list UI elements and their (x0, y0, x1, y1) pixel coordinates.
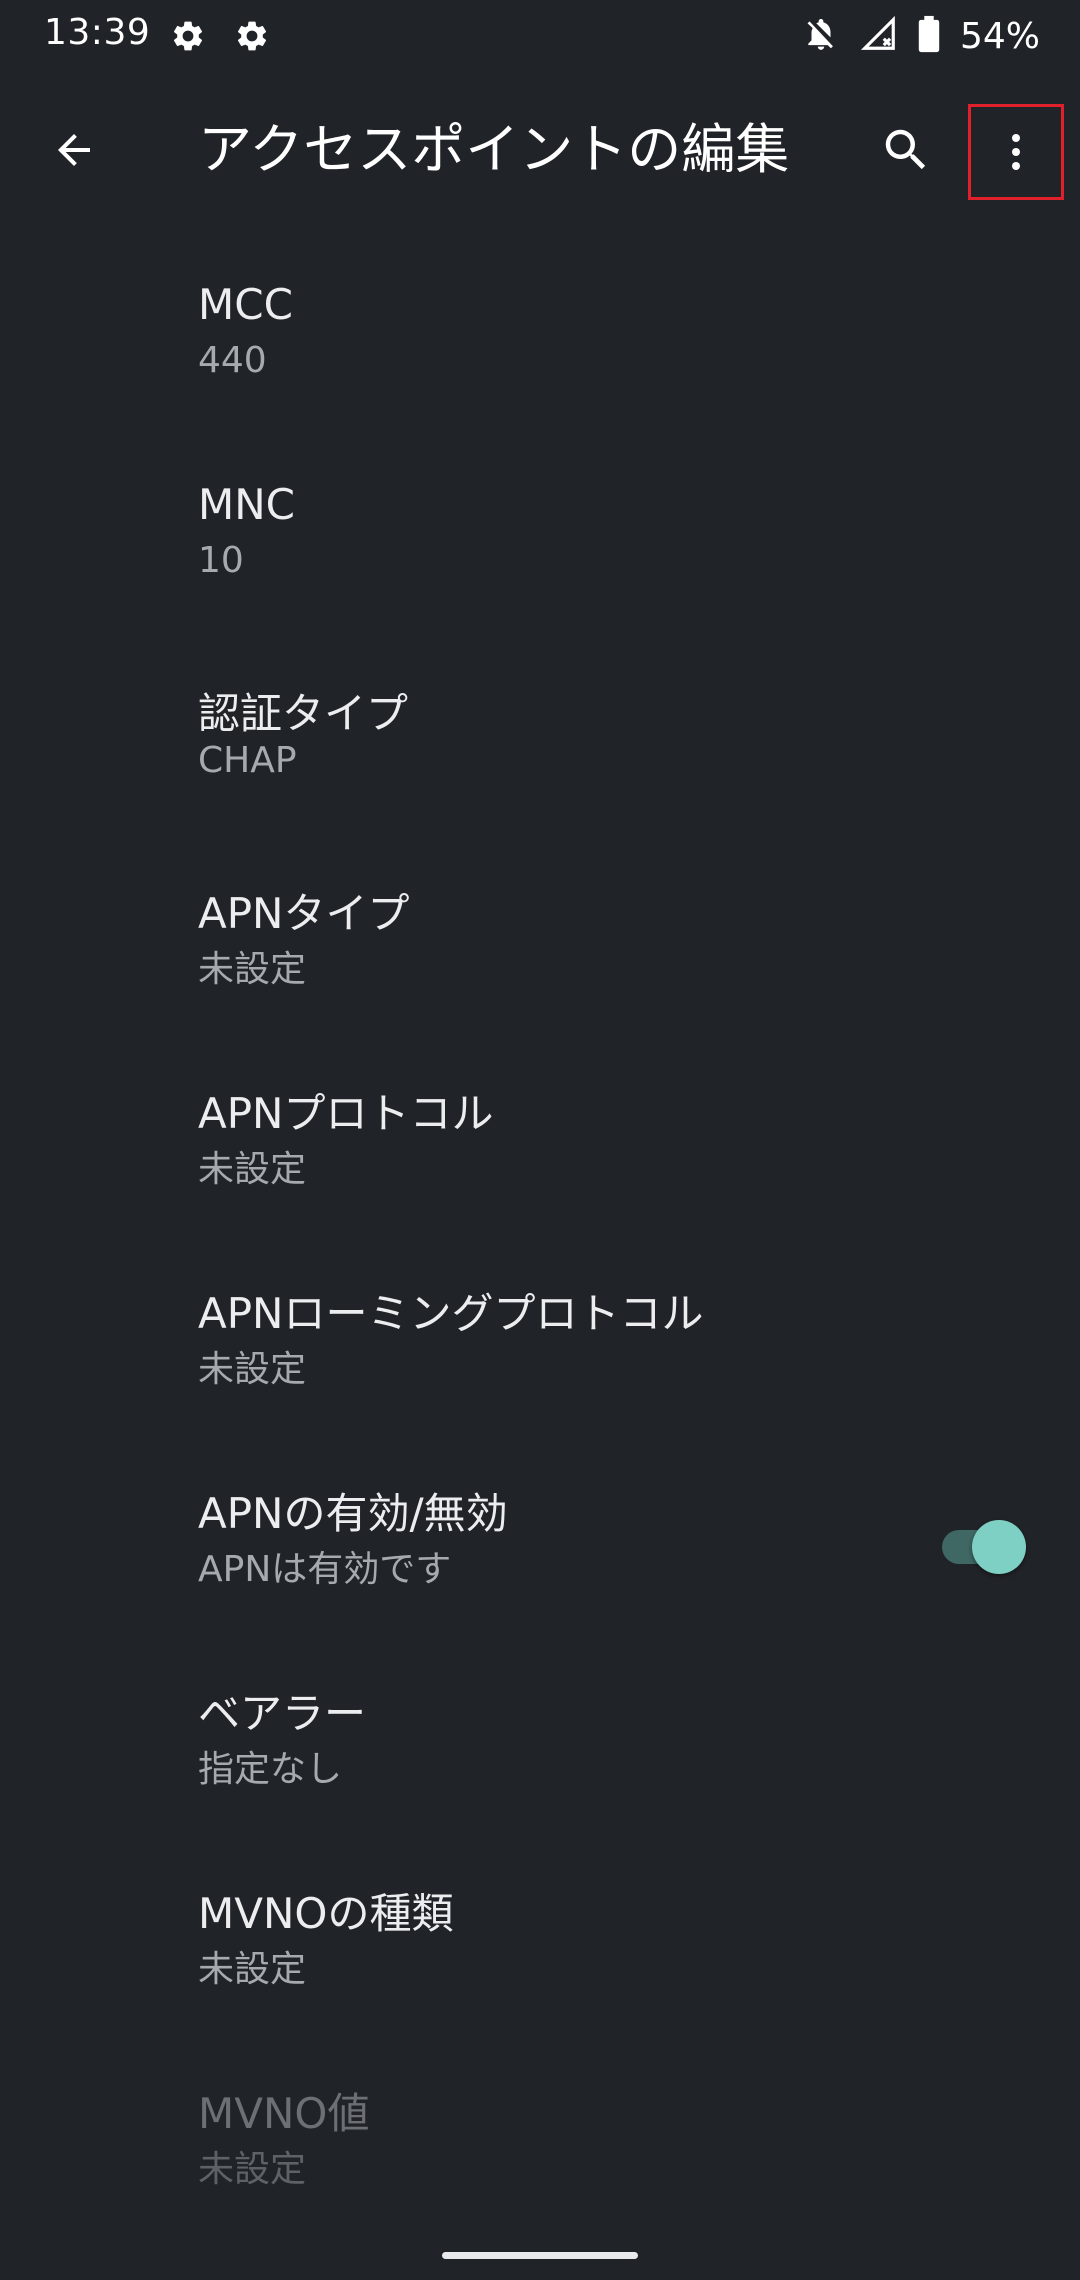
search-icon (885, 129, 926, 170)
pref-title: MCC (198, 280, 293, 329)
notifications-off-icon (802, 15, 840, 57)
battery-percent: 54% (959, 15, 1040, 57)
pref-apn-enable[interactable]: APNの有効/無効 APNは有効です (0, 1430, 1080, 1630)
pref-summary: 未設定 (198, 1949, 307, 1990)
gear-icon (170, 18, 206, 54)
signal-no-service-icon (860, 15, 898, 57)
pref-summary: 未設定 (198, 1149, 307, 1190)
pref-summary: CHAP (198, 740, 297, 781)
arrow-back-icon (58, 134, 90, 166)
pref-title: APNローミングプロトコル (198, 1289, 704, 1338)
back-button[interactable] (36, 112, 112, 188)
pref-summary: 10 (198, 540, 244, 581)
pref-summary: APNは有効です (198, 1549, 452, 1590)
pref-title: APNプロトコル (198, 1089, 494, 1138)
pref-mvno-type[interactable]: MVNOの種類 未設定 (0, 1830, 1080, 2030)
pref-summary: 指定なし (198, 1749, 343, 1790)
pref-apn-protocol[interactable]: APNプロトコル 未設定 (0, 1030, 1080, 1230)
toggle-thumb (972, 1520, 1026, 1574)
pref-bearer[interactable]: ベアラー 指定なし (0, 1630, 1080, 1830)
pref-title: 認証タイプ (198, 689, 409, 738)
pref-auth-type[interactable]: 認証タイプ CHAP (0, 630, 1080, 830)
more-vert-icon (1012, 134, 1020, 170)
page-title: アクセスポイントの編集 (198, 118, 790, 181)
pref-mcc[interactable]: MCC 440 (0, 230, 1080, 430)
preference-list: MCC 440 MNC 10 認証タイプ CHAP APNタイプ 未設定 APN… (0, 230, 1080, 2230)
app-bar: アクセスポイントの編集 (0, 72, 1080, 228)
gear-icon (234, 18, 270, 54)
status-bar: 13:39 54% (0, 0, 1080, 72)
pref-title: MNC (198, 480, 295, 529)
pref-title: ベアラー (198, 1689, 367, 1738)
status-time: 13:39 (44, 12, 151, 53)
pref-summary: 440 (198, 340, 267, 381)
pref-mnc[interactable]: MNC 10 (0, 430, 1080, 630)
pref-title: MVNO値 (198, 2089, 370, 2138)
pref-summary: 未設定 (198, 1349, 307, 1390)
pref-title: APNの有効/無効 (198, 1489, 508, 1538)
pref-summary: 未設定 (198, 2149, 307, 2190)
pref-mvno-value: MVNO値 未設定 (0, 2030, 1080, 2230)
apn-enable-toggle[interactable] (938, 1514, 1028, 1578)
gesture-nav-handle[interactable] (442, 2252, 638, 2259)
pref-summary: 未設定 (198, 949, 307, 990)
pref-title: MVNOの種類 (198, 1889, 454, 1938)
more-options-button[interactable] (968, 104, 1064, 200)
pref-apn-roaming-protocol[interactable]: APNローミングプロトコル 未設定 (0, 1230, 1080, 1430)
pref-apn-type[interactable]: APNタイプ 未設定 (0, 830, 1080, 1030)
pref-title: APNタイプ (198, 889, 410, 938)
search-button[interactable] (866, 110, 946, 190)
battery-icon (918, 15, 940, 57)
